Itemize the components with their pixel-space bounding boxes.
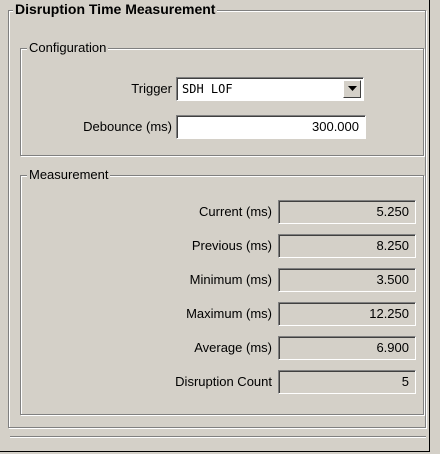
trigger-select-value: SDH LOF bbox=[182, 82, 233, 96]
minimum-value: 3.500 bbox=[278, 268, 416, 292]
debounce-input[interactable]: 300.000 bbox=[176, 115, 366, 139]
disruption-count-label: Disruption Count bbox=[175, 374, 272, 389]
panel-title: Disruption Time Measurement bbox=[13, 1, 218, 17]
configuration-legend: Configuration bbox=[27, 40, 109, 56]
disruption-count-value: 5 bbox=[278, 370, 416, 394]
bottom-separator bbox=[10, 436, 426, 438]
average-label: Average (ms) bbox=[194, 340, 272, 355]
minimum-label: Minimum (ms) bbox=[189, 272, 272, 287]
current-label: Current (ms) bbox=[199, 204, 272, 219]
previous-label: Previous (ms) bbox=[191, 238, 272, 253]
maximum-label: Maximum (ms) bbox=[186, 306, 272, 321]
debounce-label: Debounce (ms) bbox=[83, 119, 172, 134]
right-edge bbox=[431, 0, 440, 454]
trigger-select[interactable]: SDH LOF bbox=[176, 77, 364, 101]
previous-value: 8.250 bbox=[278, 234, 416, 258]
average-value: 6.900 bbox=[278, 336, 416, 360]
trigger-label: Trigger bbox=[131, 81, 172, 96]
configuration-group: Configuration bbox=[20, 40, 424, 156]
maximum-value: 12.250 bbox=[278, 302, 416, 326]
current-value: 5.250 bbox=[278, 200, 416, 224]
chevron-down-icon bbox=[348, 86, 357, 91]
measurement-legend: Measurement bbox=[27, 167, 111, 183]
trigger-dropdown-button[interactable] bbox=[343, 80, 361, 98]
